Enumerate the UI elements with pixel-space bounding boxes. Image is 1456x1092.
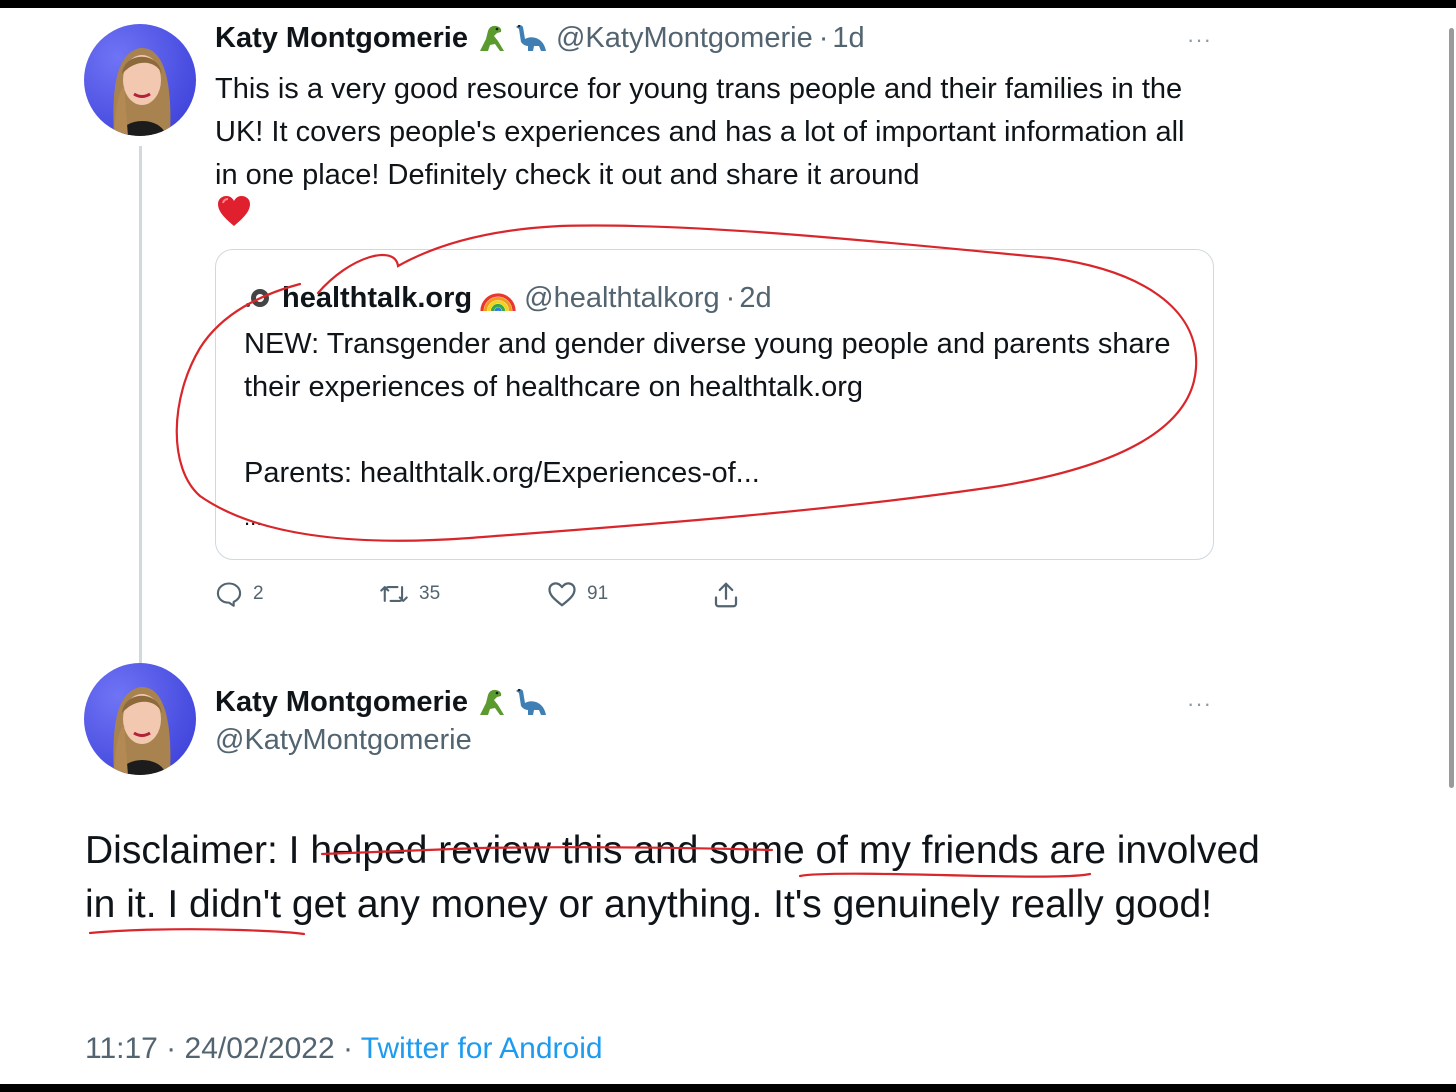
quoted-display-name[interactable]: healthtalk.org [282, 280, 472, 316]
reply-count: 2 [253, 583, 264, 604]
display-name[interactable]: Katy Montgomerie [215, 684, 468, 720]
quoted-tweet-header: healthtalk.org @healthtalkorg · 2d [244, 280, 772, 316]
quoted-ellipsis: ... [244, 505, 263, 530]
dinosaur-icon [476, 21, 510, 55]
rainbow-icon [480, 283, 516, 313]
like-button[interactable]: 91 [547, 580, 608, 608]
scrollbar[interactable] [1449, 28, 1454, 788]
tweet-source-link[interactable]: Twitter for Android [361, 1032, 603, 1065]
reply-button[interactable]: 2 [215, 580, 264, 608]
separator-dot: · [725, 282, 736, 314]
sauropod-icon [512, 21, 548, 55]
thread-line [139, 146, 142, 664]
screenshot-canvas: Katy Montgomerie @KatyMontgomerie · 1d ·… [0, 8, 1456, 1084]
quoted-tweet[interactable]: healthtalk.org @healthtalkorg · 2d NEW: … [215, 249, 1214, 560]
separator-dot: · [818, 22, 829, 54]
dinosaur-icon [476, 685, 510, 719]
main-tweet-text: Disclaimer: I helped review this and som… [85, 829, 1260, 926]
handle-row: @KatyMontgomerie [215, 722, 472, 758]
like-count: 91 [587, 583, 609, 604]
separator-dot: · [343, 1032, 353, 1065]
quoted-time[interactable]: 2d [739, 280, 771, 316]
heart-emoji-icon [216, 194, 252, 233]
retweet-button[interactable]: 35 [379, 580, 440, 608]
display-name[interactable]: Katy Montgomerie [215, 20, 468, 56]
tweet-timestamp-row: 11:17 · 24/02/2022 · Twitter for Android [85, 1030, 603, 1068]
quoted-text-line: NEW: Transgender and gender diverse youn… [244, 328, 1171, 403]
quoted-avatar[interactable] [244, 284, 272, 312]
like-icon [548, 582, 576, 607]
tweet-header: Katy Montgomerie [215, 684, 548, 720]
more-icon[interactable]: ··· [1187, 29, 1212, 51]
tweet-timestamp[interactable]: 11:17 · 24/02/2022 [85, 1032, 335, 1065]
share-icon [714, 582, 738, 608]
tweet-text: This is a very good resource for young t… [215, 73, 1185, 191]
tweet-time[interactable]: 1d [832, 20, 864, 56]
reply-icon [216, 582, 242, 607]
quoted-handle[interactable]: @healthtalkorg [524, 280, 720, 316]
retweet-count: 35 [419, 583, 441, 604]
handle[interactable]: @KatyMontgomerie [215, 722, 472, 758]
handle[interactable]: @KatyMontgomerie [556, 20, 813, 56]
quoted-text: NEW: Transgender and gender diverse youn… [244, 323, 1184, 495]
sauropod-icon [512, 685, 548, 719]
more-icon[interactable]: ··· [1187, 693, 1212, 715]
share-button[interactable] [711, 580, 751, 610]
retweet-icon [380, 586, 408, 602]
avatar[interactable] [84, 24, 196, 136]
quoted-link-line: Parents: healthtalk.org/Experiences-of..… [244, 457, 760, 489]
tweet-header: Katy Montgomerie @KatyMontgomerie · 1d [215, 20, 865, 56]
avatar[interactable] [84, 663, 196, 775]
